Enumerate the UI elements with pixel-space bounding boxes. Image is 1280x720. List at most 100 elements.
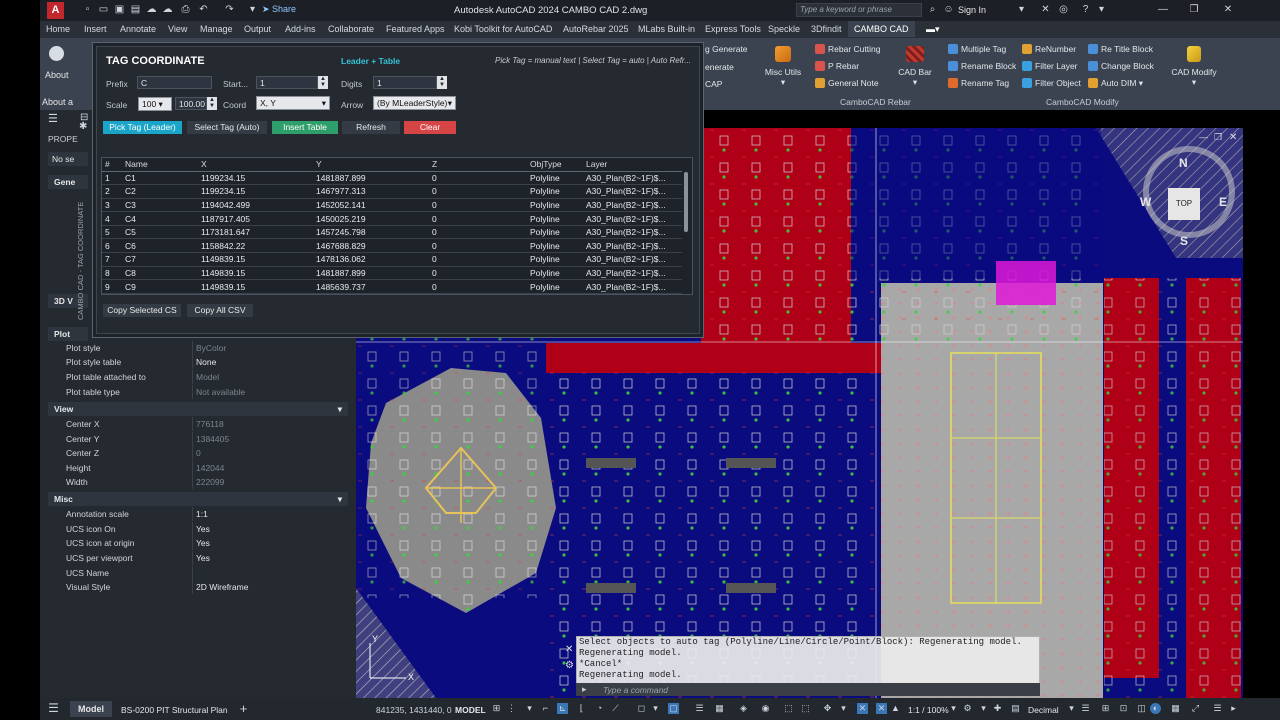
table-row[interactable]: 1 C1 1199234.15 1481887.899 0 Polyline A30_Pla… <box>102 171 682 186</box>
about-icon[interactable] <box>49 46 64 61</box>
coordinate-table[interactable]: # Name X Y Z ObjType Layer 1 C1 1199234.15… <box>101 157 693 295</box>
tab-kobi-toolkit[interactable]: Kobi Toolkit for AutoCAD <box>454 24 552 34</box>
object-snap-icon[interactable]: ◻ <box>636 703 647 714</box>
arrow-select[interactable]: (By MLeaderStyle) ▾ <box>373 96 456 110</box>
annotation-monitor-icon[interactable]: ✚ <box>992 703 1003 714</box>
menu-icon[interactable]: ☰ <box>48 112 58 125</box>
column-header[interactable]: Name <box>122 158 198 172</box>
filter-layer-button[interactable]: Filter Layer <box>1022 61 1078 71</box>
share-button[interactable]: ➤ Share <box>262 4 296 15</box>
tab-speckle[interactable]: Speckle <box>768 24 800 34</box>
autodesk-app-store-icon[interactable]: ✕ <box>1040 5 1051 15</box>
start-input[interactable]: 1 <box>256 76 318 89</box>
status-customize-icon[interactable]: ☰ <box>1212 703 1223 714</box>
help-icon[interactable]: ? <box>1080 5 1091 15</box>
property-row[interactable]: Height 142044 <box>48 461 348 475</box>
viewport-minimize-icon[interactable]: — <box>1199 132 1208 142</box>
scale-dropdown-icon[interactable]: ▾ <box>948 703 959 714</box>
units-value[interactable]: Decimal <box>1028 705 1059 715</box>
cad-modify-button[interactable]: CAD Modify ▾ <box>1166 46 1222 88</box>
insert-table-button[interactable]: Insert Table <box>272 121 338 134</box>
table-row[interactable]: 3 C3 1194042.499 1452052.141 0 Polyline A30_Pl… <box>102 198 682 213</box>
property-row[interactable]: Center Y 1384405 <box>48 432 348 446</box>
layout-menu-icon[interactable]: ☰ <box>48 702 59 714</box>
scale-select[interactable]: 100 ▾ <box>138 97 172 111</box>
cloud-save-icon[interactable]: ☁ <box>162 5 173 15</box>
command-settings-icon[interactable]: ⚙ <box>565 660 574 671</box>
viewcube-south[interactable]: S <box>1180 234 1188 248</box>
rename-block-button[interactable]: Rename Block <box>948 61 1016 71</box>
tab-3dfindit[interactable]: 3Dfindit <box>811 24 842 34</box>
help-dropdown-icon[interactable]: ▾ <box>1096 5 1107 15</box>
column-header[interactable]: ObjType <box>527 158 583 172</box>
cap-button[interactable]: CAP <box>705 79 722 89</box>
add-layout-icon[interactable]: + <box>238 702 249 715</box>
infer-constraints-icon[interactable]: ⌐ <box>540 703 551 714</box>
autocad-logo-icon[interactable]: A <box>47 2 64 19</box>
customize-dropdown-icon[interactable]: ▾ <box>247 5 258 15</box>
clean-screen-icon[interactable]: ◐ <box>1150 703 1161 714</box>
tab-output[interactable]: Output <box>244 24 271 34</box>
property-row[interactable]: Visual Style 2D Wireframe <box>48 580 348 594</box>
ortho-icon[interactable]: ⌊ <box>576 703 587 714</box>
start-stepper[interactable]: ▲ ▼ <box>318 76 328 89</box>
close-icon[interactable]: ✕ <box>1221 3 1235 17</box>
misc-section[interactable]: Misc ▾ <box>48 492 348 506</box>
table-row[interactable]: 8 C8 1149839.15 1481887.899 0 Polyline A30_Pla… <box>102 266 682 281</box>
fullscreen-icon[interactable]: ⤢ <box>1190 703 1201 714</box>
lock-ui-icon[interactable]: ⊞ <box>1100 703 1111 714</box>
auto-dim-button[interactable]: Auto DIM ▾ <box>1088 78 1143 89</box>
status-more-icon[interactable]: ▸ <box>1228 703 1239 714</box>
about-label[interactable]: About <box>45 70 69 80</box>
gizmo-icon[interactable]: ✥ <box>822 703 833 714</box>
table-row[interactable]: 5 C5 1173181.647 1457245.798 0 Polyline A30_Pl… <box>102 225 682 240</box>
table-row[interactable]: 7 C7 1149839.15 1478136.062 0 Polyline A30_Pla… <box>102 252 682 267</box>
misc-utils-button[interactable]: Misc Utils ▾ <box>760 46 806 88</box>
object-snap-dropdown-icon[interactable]: ▾ <box>650 703 661 714</box>
table-scrollbar[interactable] <box>684 172 688 232</box>
property-row[interactable]: Plot style table None <box>48 355 348 369</box>
property-row[interactable]: UCS per viewport Yes <box>48 551 348 565</box>
viewcube-east[interactable]: E <box>1219 195 1227 209</box>
command-close-icon[interactable]: ✕ <box>565 644 573 655</box>
quick-properties-icon[interactable]: ☰ <box>1080 703 1091 714</box>
generate-button[interactable]: g Generate <box>705 44 748 54</box>
tab-layout[interactable]: BS-0200 PIT Structural Plan <box>121 705 228 715</box>
search-icon[interactable]: ⌕ <box>927 5 938 15</box>
dynamic-ucs-icon[interactable]: ⬚ <box>783 703 794 714</box>
snap-tracking-icon[interactable]: ▢ <box>668 703 679 714</box>
isolate-objects-icon[interactable]: ⊡ <box>1118 703 1129 714</box>
auto-scale-icon[interactable]: ✕ <box>876 703 887 714</box>
open-file-icon[interactable]: ▭ <box>98 5 109 15</box>
scale-stepper[interactable]: ▲ ▼ <box>207 97 217 110</box>
digits-input[interactable]: 1 <box>373 76 437 89</box>
tab-view[interactable]: View <box>168 24 187 34</box>
general-section[interactable]: Gene <box>48 175 88 189</box>
pick-tag-button[interactable]: Pick Tag (Leader) <box>103 121 182 134</box>
annotation-scale-icon[interactable]: ▲ <box>890 703 901 714</box>
graphics-icon[interactable]: ▦ <box>1170 703 1181 714</box>
snap-dropdown-icon[interactable]: ▾ <box>524 703 535 714</box>
save-as-icon[interactable]: ▤ <box>130 5 141 15</box>
palette-settings-icon[interactable]: ✱ <box>79 121 87 132</box>
units-icon[interactable]: ▤ <box>1010 703 1021 714</box>
3d-osnap-icon[interactable]: ◉ <box>760 703 771 714</box>
multiple-tag-button[interactable]: Multiple Tag <box>948 44 1006 54</box>
table-row[interactable]: 4 C4 1187917.405 1450025.219 0 Polyline A30_Pl… <box>102 211 682 226</box>
rebar-cutting-button[interactable]: Rebar Cutting <box>815 44 880 54</box>
collapse-icon[interactable]: ▾ <box>338 494 342 505</box>
lineweight-icon[interactable]: ☰ <box>694 703 705 714</box>
plot-icon[interactable]: ⎙ <box>180 5 191 15</box>
restore-icon[interactable]: ❐ <box>1187 3 1201 17</box>
tab-model[interactable]: Model <box>70 701 112 717</box>
collapse-icon[interactable]: ▾ <box>338 404 342 415</box>
property-row[interactable]: Center X 776118 <box>48 417 348 431</box>
viewcube-west[interactable]: W <box>1140 195 1151 209</box>
change-block-button[interactable]: Change Block <box>1088 61 1154 71</box>
scale-input[interactable]: 100.00 <box>175 97 207 110</box>
user-icon[interactable]: ☺ <box>943 5 954 15</box>
property-row[interactable]: Plot style ByColor <box>48 341 348 355</box>
tab-express-tools[interactable]: Express Tools <box>705 24 761 34</box>
tab-manage[interactable]: Manage <box>200 24 233 34</box>
p-rebar-button[interactable]: P Rebar <box>815 61 859 71</box>
